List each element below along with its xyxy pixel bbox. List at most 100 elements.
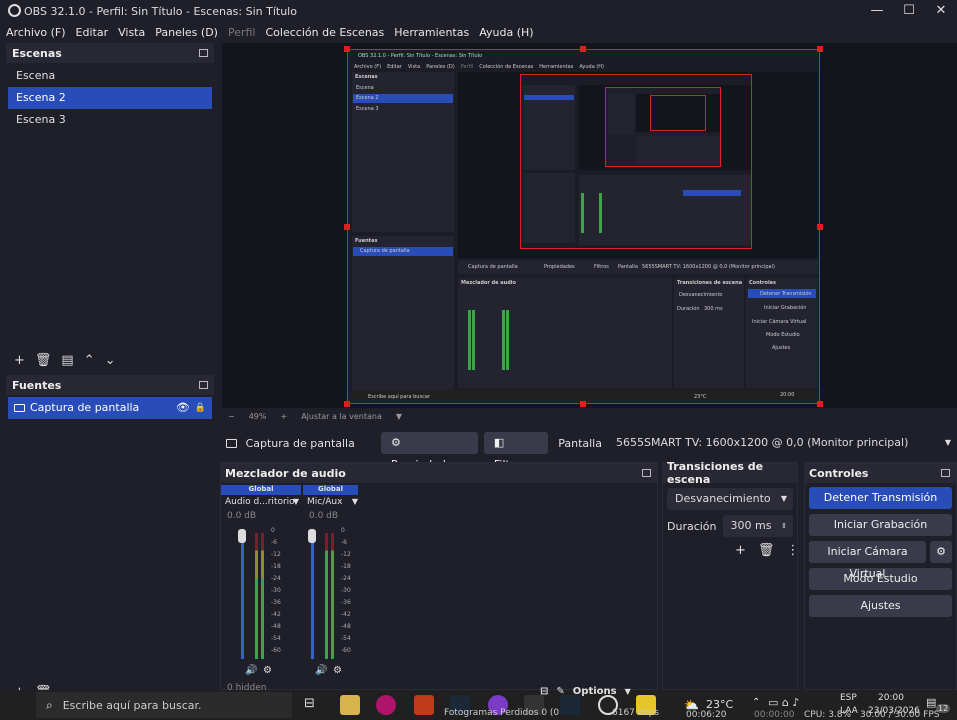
spinner-icon[interactable]: ⇕ xyxy=(781,515,787,537)
volume-slider-handle[interactable] xyxy=(238,529,246,543)
undock-icon[interactable] xyxy=(941,469,950,477)
resize-handle[interactable] xyxy=(344,224,350,230)
opera-icon[interactable] xyxy=(376,695,396,715)
wrench-icon[interactable]: ✎ xyxy=(556,686,564,697)
transitions-header: Transiciones de escena xyxy=(663,460,797,486)
bitrate: 6167 kbps xyxy=(612,708,660,718)
resize-handle[interactable] xyxy=(817,46,823,52)
nested-scene: Escena 2 xyxy=(356,95,379,101)
chevron-down-icon[interactable]: ▼ xyxy=(396,412,402,421)
minimize-button[interactable]: — xyxy=(861,0,893,22)
close-button[interactable]: ✕ xyxy=(925,0,957,22)
taskbar-search-text: Escribe aquí para buscar. xyxy=(62,698,202,712)
options-bar: ⊟ ✎ Options ▼ xyxy=(540,684,660,698)
nested-duration: Duración xyxy=(677,306,700,312)
resize-handle[interactable] xyxy=(817,401,823,407)
nested-sources: Fuentes Captura de pantalla xyxy=(352,236,454,401)
clock-time[interactable]: 20:00 xyxy=(878,693,904,703)
menu-herramientas[interactable]: Herramientas xyxy=(394,26,469,39)
studio-mode-button[interactable]: Modo Estudio xyxy=(809,568,952,590)
add-icon[interactable]: + xyxy=(14,353,25,368)
app-icon[interactable] xyxy=(414,695,434,715)
tray-icons[interactable]: ▭ ⌂ ♪ xyxy=(768,696,799,709)
controls-title: Controles xyxy=(809,466,869,480)
task-view-icon[interactable]: ⊟ xyxy=(304,696,315,711)
resize-handle[interactable] xyxy=(817,224,823,230)
maximize-button[interactable]: ☐ xyxy=(893,0,925,22)
window-icon[interactable]: ⊟ xyxy=(540,686,548,697)
zoom-out-icon[interactable]: − xyxy=(228,412,235,421)
lang-primary[interactable]: ESP xyxy=(840,693,857,703)
taskbar-search[interactable]: ⌕ Escribe aquí para buscar. xyxy=(36,692,292,718)
trash-icon[interactable]: 🗑 xyxy=(758,543,775,558)
resize-handle[interactable] xyxy=(580,401,586,407)
db-tick: -54 xyxy=(271,635,281,642)
file-explorer-icon[interactable] xyxy=(340,695,360,715)
chevron-down-icon[interactable]: ▼ xyxy=(625,687,631,696)
gear-icon[interactable]: ⚙ xyxy=(333,665,342,676)
notification-icon[interactable]: ▤ xyxy=(926,696,936,709)
transition-select[interactable]: Desvanecimiento ▼ xyxy=(667,488,793,510)
controls-dock: Controles Detener Transmisión Iniciar Gr… xyxy=(804,462,957,690)
db-tick: -24 xyxy=(341,575,351,582)
menu-paneles[interactable]: Paneles (D) xyxy=(155,26,218,39)
menu-perfil[interactable]: Perfil xyxy=(228,26,256,39)
channel-badge: Global xyxy=(221,485,301,495)
eye-icon[interactable]: 👁 xyxy=(176,397,190,419)
scene-item[interactable]: Escena xyxy=(8,65,212,87)
settings-button[interactable]: Ajustes xyxy=(809,595,952,617)
scene-item-selected[interactable]: Escena 2 xyxy=(8,87,212,109)
speaker-icon[interactable]: 🔊 xyxy=(245,665,257,676)
gear-icon[interactable]: ⚙ xyxy=(263,665,272,676)
channel-name[interactable]: Audio d...ritorio ▼ xyxy=(221,497,301,507)
volume-slider-handle[interactable] xyxy=(308,529,316,543)
duration-input[interactable]: 300 ms ⇕ xyxy=(722,515,793,537)
options-button[interactable]: Options xyxy=(573,686,617,697)
menu-ayuda[interactable]: Ayuda (H) xyxy=(479,26,533,39)
nested-weather: 23°C xyxy=(694,394,707,400)
properties-button[interactable]: ⚙ Propiedades xyxy=(380,432,478,471)
chevron-up-icon[interactable]: ⌃ xyxy=(752,697,760,708)
undock-icon[interactable] xyxy=(199,381,208,389)
move-down-icon[interactable]: ⌄ xyxy=(105,353,116,368)
fit-label[interactable]: Ajustar a la ventana xyxy=(301,412,382,421)
source-label: Captura de pantalla xyxy=(30,401,140,414)
menu-vista[interactable]: Vista xyxy=(118,26,145,39)
preview-canvas[interactable]: OBS 32.1.0 - Perfil: Sin Título - Escena… xyxy=(347,49,820,404)
more-icon[interactable]: ⋮ xyxy=(786,543,799,558)
screen-select[interactable]: 5655SMART TV: 1600x1200 @ 0,0 (Monitor p… xyxy=(607,432,957,454)
level-meter xyxy=(325,533,328,659)
trash-icon[interactable]: 🗑 xyxy=(35,353,52,368)
nested-menu-item: Paneles (D) xyxy=(426,64,455,70)
nested-title: OBS 32.1.0 - Perfil: Sin Título - Escena… xyxy=(358,53,483,59)
volume-slider-track[interactable] xyxy=(311,535,314,659)
channel-name[interactable]: Mic/Aux ▼ xyxy=(303,497,358,507)
filters-button[interactable]: ◧ Filtros xyxy=(483,432,549,471)
add-icon[interactable]: + xyxy=(735,543,746,558)
mixer-channel: Global Audio d...ritorio ▼ 0.0 dB 🔊 ⚙ xyxy=(221,485,301,691)
stop-stream-button[interactable]: Detener Transmisión xyxy=(809,487,952,509)
source-item[interactable]: Captura de pantalla 👁 🔒 xyxy=(8,397,212,419)
menu-editar[interactable]: Editar xyxy=(76,26,109,39)
start-vcam-button[interactable]: Iniciar Cámara Virtual xyxy=(809,541,926,580)
zoom-in-icon[interactable]: + xyxy=(280,412,287,421)
move-up-icon[interactable]: ⌃ xyxy=(84,353,95,368)
resize-handle[interactable] xyxy=(580,46,586,52)
scene-item[interactable]: Escena 3 xyxy=(8,109,212,131)
db-tick: -30 xyxy=(341,587,351,594)
resize-handle[interactable] xyxy=(344,401,350,407)
start-record-button[interactable]: Iniciar Grabación xyxy=(809,514,952,536)
gear-icon[interactable]: ⚙ xyxy=(930,541,952,563)
resize-handle[interactable] xyxy=(344,46,350,52)
menu-coleccion[interactable]: Colección de Escenas xyxy=(266,26,385,39)
scenes-dock: Escenas Escena Escena 2 Escena 3 + 🗑 ▤ ⌃… xyxy=(6,43,214,373)
steam-icon[interactable] xyxy=(560,695,580,715)
volume-slider-track[interactable] xyxy=(241,535,244,659)
filter-icon[interactable]: ▤ xyxy=(61,353,73,368)
menu-archivo[interactable]: Archivo (F) xyxy=(6,26,66,39)
speaker-icon[interactable]: 🔊 xyxy=(315,665,327,676)
lock-icon[interactable]: 🔒 xyxy=(195,397,206,419)
undock-icon[interactable] xyxy=(642,469,651,477)
undock-icon[interactable] xyxy=(199,49,208,57)
channel-db: 0.0 dB xyxy=(227,511,257,521)
